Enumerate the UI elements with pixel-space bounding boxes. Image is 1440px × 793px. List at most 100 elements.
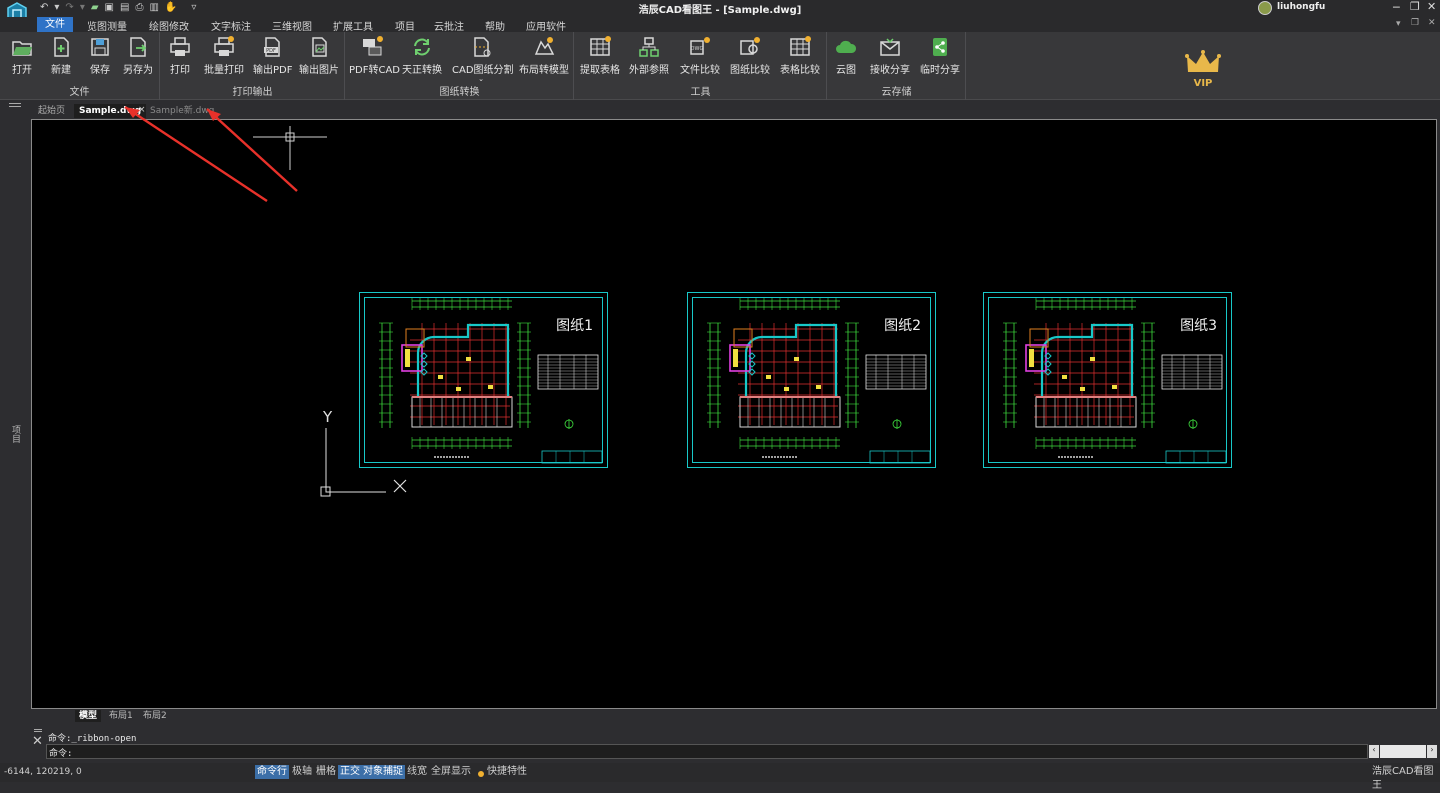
drawing-canvas[interactable]: 图纸1 图纸2 图纸3 Y [31, 105, 1437, 709]
batch-print-button[interactable]: 批量打印 [203, 36, 245, 76]
menu-bar: 文件 览图测量 绘图修改 文字标注 三维视图 扩展工具 项目 云批注 帮助 应用… [0, 17, 1440, 33]
layout-to-model-button[interactable]: 布局转模型 [518, 36, 570, 76]
drawing-compare-icon [740, 37, 760, 55]
user-avatar[interactable] [1258, 1, 1272, 15]
layout-tabs: 模型 布局1 布局2 [31, 709, 1437, 723]
toggle-ortho[interactable]: 正交 [338, 765, 362, 779]
tangent-convert-button[interactable]: 天正转换 [401, 36, 443, 76]
extract-table-button[interactable]: 提取表格 [579, 36, 621, 76]
xref-icon [639, 37, 659, 57]
tab-model[interactable]: 模型 [75, 710, 102, 722]
envelope-icon [880, 38, 900, 56]
sheet-title: 图纸1 [556, 318, 593, 334]
tab-layout2[interactable]: 布局2 [139, 710, 171, 722]
save-disk-icon [91, 38, 109, 56]
toggle-grid[interactable]: 栅格 [314, 765, 338, 779]
annotation-arrows [124, 105, 298, 203]
toggle-fullscreen[interactable]: 全屏显示 [429, 765, 473, 779]
coordinates-readout: -6144, 120219, 0 [4, 767, 82, 777]
left-side-panel: 项目 [0, 100, 30, 765]
tab-start-page[interactable]: 起始页 [33, 104, 70, 118]
command-input[interactable]: 命令: [46, 744, 1368, 759]
group-label-print: 打印输出 [232, 87, 273, 98]
cad-split-dropdown-icon[interactable]: ⌄ [452, 76, 510, 83]
cloud-drawing-button[interactable]: 云图 [832, 36, 860, 76]
command-grip-icon[interactable] [34, 729, 42, 732]
export-image-button[interactable]: 输出图片 [299, 36, 339, 76]
batch-printer-icon [214, 36, 234, 56]
ribbon-group-tools: 提取表格 外部参照 DWG 文件比较 图纸比较 表格比较 工具 [575, 32, 827, 100]
ribbon-group-convert: PDF转CAD 天正转换 CAD图纸分割 ⌄ 布局转模型 图纸转换 [346, 32, 574, 100]
project-panel-tab[interactable]: 项目 [8, 425, 22, 443]
command-panel: ✕ 命令:_ribbon-open 命令: ‹ › [31, 728, 1437, 761]
export-pdf-button[interactable]: PDF 输出PDF [253, 36, 292, 76]
ribbon-group-cloud: 云图 接收分享 临时分享 云存储 [828, 32, 966, 100]
save-button[interactable]: 保存 [86, 36, 114, 76]
status-bar: -6144, 120219, 0 命令行 极轴 栅格 正交 对象捕捉 线宽 全屏… [0, 763, 1440, 791]
toggle-quick-properties[interactable]: 快捷特性 [485, 765, 529, 779]
command-close-icon[interactable]: ✕ [32, 734, 43, 749]
group-label-cloud: 云存储 [881, 87, 912, 98]
menu-cloud-annotate[interactable]: 云批注 [434, 18, 464, 33]
ribbon-restore-icon[interactable]: ❐ [1411, 18, 1419, 28]
group-label-tools: 工具 [690, 87, 711, 98]
toggle-object-snap[interactable]: 对象捕捉 [361, 765, 405, 779]
vip-badge[interactable]: VIP [1184, 50, 1222, 94]
save-as-icon [130, 37, 147, 57]
split-drawing-icon [474, 37, 491, 57]
command-prompt: 命令: [49, 749, 73, 759]
cad-split-button[interactable]: CAD图纸分割 ⌄ [452, 36, 514, 83]
ribbon-minimize-icon[interactable]: ▾ [1396, 19, 1401, 29]
save-as-button[interactable]: 另存为 [122, 36, 154, 76]
menu-project[interactable]: 项目 [395, 18, 415, 33]
temp-share-button[interactable]: 临时分享 [918, 36, 962, 76]
user-name[interactable]: liuhongfu [1277, 2, 1325, 12]
menu-view-measure[interactable]: 览图测量 [87, 18, 127, 33]
toggle-polar[interactable]: 极轴 [290, 765, 314, 779]
menu-draw-modify[interactable]: 绘图修改 [149, 18, 189, 33]
menu-3d-view[interactable]: 三维视图 [272, 18, 312, 33]
crown-icon [1185, 50, 1221, 72]
restore-button[interactable]: ❐ [1410, 0, 1420, 13]
toggle-lineweight[interactable]: 线宽 [405, 765, 429, 779]
close-window-button[interactable]: ✕ [1427, 0, 1436, 13]
sheet-3[interactable]: 图纸3 [983, 292, 1232, 468]
share-icon [933, 38, 947, 56]
command-scroll-right[interactable]: › [1427, 745, 1437, 758]
menu-extend-tools[interactable]: 扩展工具 [333, 18, 373, 33]
sheet-2[interactable]: 图纸2 [687, 292, 936, 468]
table-compare-button[interactable]: 表格比较 [779, 36, 821, 76]
file-compare-button[interactable]: DWG 文件比较 [679, 36, 721, 76]
vip-label: VIP [1193, 78, 1213, 89]
command-history-line: 命令:_ribbon-open [48, 734, 137, 744]
drawing-compare-button[interactable]: 图纸比较 [729, 36, 771, 76]
ribbon-close-icon[interactable]: ✕ [1428, 18, 1436, 28]
svg-text:PDF: PDF [266, 48, 276, 54]
menu-file[interactable]: 文件 [37, 17, 73, 32]
command-scroll-left[interactable]: ‹ [1369, 745, 1379, 758]
layout-model-icon [534, 37, 555, 55]
pdf-to-cad-button[interactable]: PDF转CAD [349, 36, 400, 76]
open-button[interactable]: 打开 [8, 36, 36, 76]
ucs-y-label: Y [323, 408, 333, 426]
toggle-command-line[interactable]: 命令行 [255, 765, 289, 779]
external-reference-button[interactable]: 外部参照 [627, 36, 671, 76]
new-button[interactable]: 新建 [47, 36, 75, 76]
minimize-button[interactable]: ─ [1393, 1, 1400, 14]
status-brand: 浩辰CAD看图王 [1372, 766, 1434, 791]
tab-layout1[interactable]: 布局1 [105, 710, 137, 722]
print-button[interactable]: 打印 [167, 36, 193, 76]
panel-grip-icon[interactable] [9, 103, 21, 107]
image-export-icon [312, 37, 327, 57]
ribbon: 打开 新建 保存 另存为 文件 打印 批量打印 PDF 输出PDF 输出图片 打… [0, 32, 1440, 100]
menu-help[interactable]: 帮助 [485, 18, 505, 33]
cloud-icon [836, 40, 857, 53]
window-title: 浩辰CAD看图王 - [Sample.dwg] [638, 5, 802, 16]
receive-share-button[interactable]: 接收分享 [868, 36, 912, 76]
table-compare-icon [790, 36, 811, 56]
menu-apps[interactable]: 应用软件 [526, 18, 566, 33]
group-label-convert: 图纸转换 [439, 87, 480, 98]
pdf-export-icon: PDF [264, 37, 280, 57]
menu-text-annotate[interactable]: 文字标注 [211, 18, 251, 33]
command-scroll-track[interactable] [1380, 745, 1426, 758]
